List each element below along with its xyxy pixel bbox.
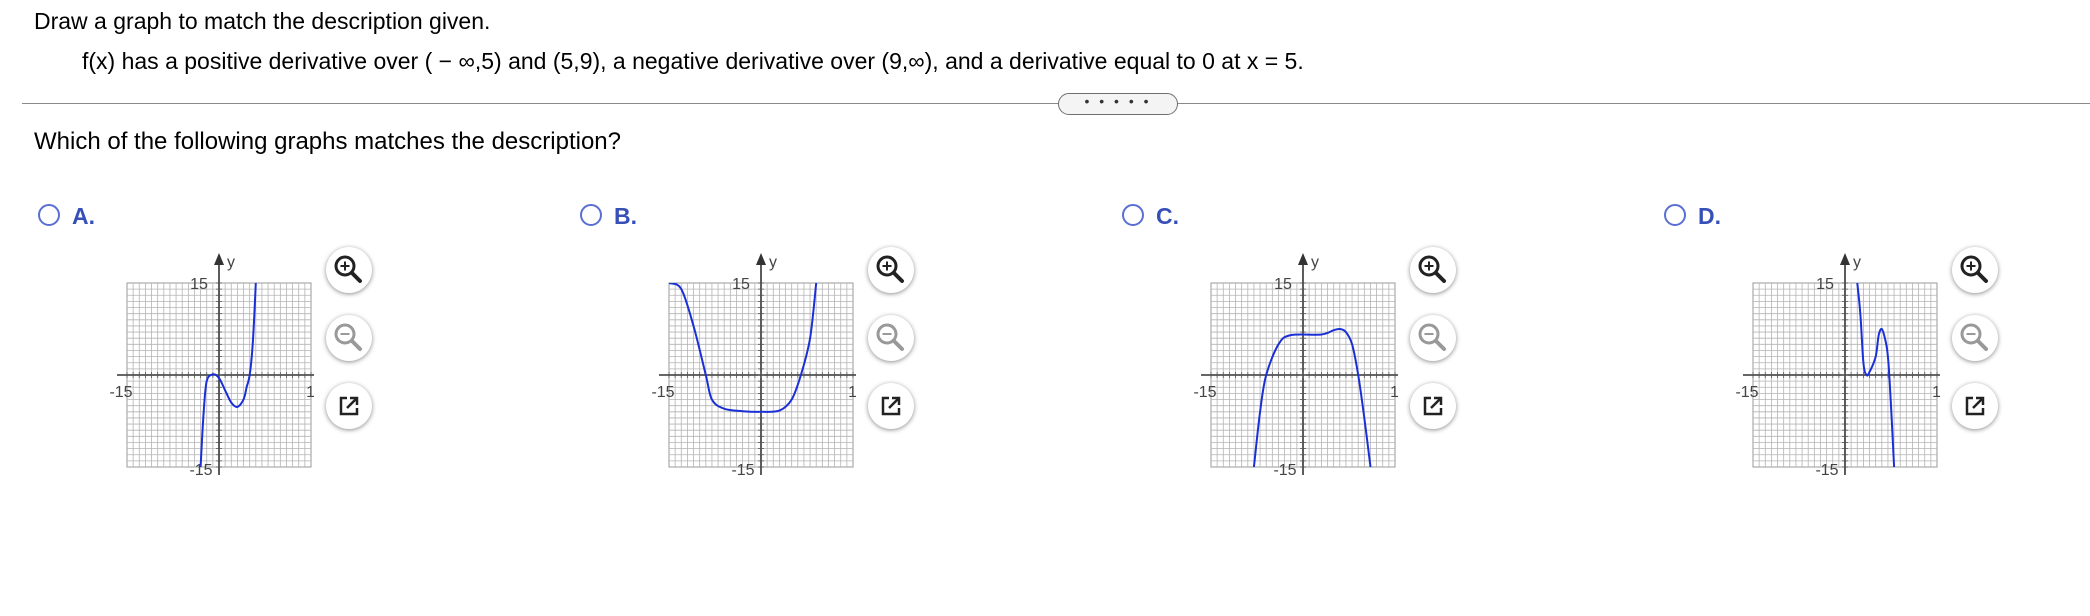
x-min-label: -15 [1735, 384, 1758, 401]
y-axis-label: y [1311, 254, 1319, 271]
zoom-out-icon [876, 323, 904, 351]
graph-c: yx-151515-15 [1193, 253, 1398, 479]
x-min-label: -15 [1193, 384, 1216, 401]
popout-icon [1965, 396, 1985, 416]
zoom-out-icon [1418, 323, 1446, 351]
zoom-in-icon [334, 255, 362, 283]
popout-button[interactable] [326, 383, 372, 429]
popout-button[interactable] [868, 383, 914, 429]
radio-button[interactable] [1664, 204, 1686, 226]
y-min-label: -15 [1273, 462, 1296, 479]
zoom-out-button[interactable] [868, 315, 914, 361]
y-min-label: -15 [1815, 462, 1838, 479]
zoom-in-icon [876, 255, 904, 283]
zoom-out-icon [1960, 323, 1988, 351]
y-max-label: 15 [732, 276, 750, 293]
y-axis-label: y [227, 254, 235, 271]
zoom-in-button[interactable] [1952, 247, 1998, 293]
popout-icon [339, 396, 359, 416]
zoom-out-button[interactable] [1410, 315, 1456, 361]
popout-icon [881, 396, 901, 416]
option-letter[interactable]: B. [614, 203, 637, 230]
popout-icon [1423, 396, 1443, 416]
x-max-label: 15 [1390, 384, 1398, 401]
y-min-label: -15 [731, 462, 754, 479]
y-axis-label: y [769, 254, 777, 271]
zoom-in-button[interactable] [1410, 247, 1456, 293]
option-letter[interactable]: D. [1698, 203, 1721, 230]
answer-option-d[interactable]: D.yx-151515-15 [1660, 200, 2080, 500]
expand-toggle-button[interactable]: • • • • • [1058, 93, 1178, 115]
popout-button[interactable] [1952, 383, 1998, 429]
zoom-out-button[interactable] [326, 315, 372, 361]
x-max-label: 15 [1932, 384, 1940, 401]
x-max-label: 15 [848, 384, 856, 401]
option-letter[interactable]: C. [1156, 203, 1179, 230]
y-max-label: 15 [190, 276, 208, 293]
x-min-label: -15 [109, 384, 132, 401]
y-max-label: 15 [1274, 276, 1292, 293]
x-max-label: 15 [306, 384, 314, 401]
graph-d: yx-151515-15 [1735, 253, 1940, 479]
radio-button[interactable] [1122, 204, 1144, 226]
zoom-out-button[interactable] [1952, 315, 1998, 361]
function-description: f(x) has a positive derivative over ( − … [82, 48, 1304, 74]
question-text: Which of the following graphs matches th… [34, 128, 621, 155]
radio-button[interactable] [580, 204, 602, 226]
popout-button[interactable] [1410, 383, 1456, 429]
zoom-in-button[interactable] [868, 247, 914, 293]
zoom-in-button[interactable] [326, 247, 372, 293]
zoom-in-icon [1960, 255, 1988, 283]
graph-a: yx-151515-15 [109, 253, 314, 479]
option-letter[interactable]: A. [72, 203, 95, 230]
graph-b: yx-151515-15 [651, 253, 856, 479]
section-divider [22, 103, 2090, 104]
y-axis-label: y [1853, 254, 1861, 271]
zoom-in-icon [1418, 255, 1446, 283]
answer-option-b[interactable]: B.yx-151515-15 [576, 200, 996, 500]
zoom-out-icon [334, 323, 362, 351]
answer-option-c[interactable]: C.yx-151515-15 [1118, 200, 1538, 500]
radio-button[interactable] [38, 204, 60, 226]
x-min-label: -15 [651, 384, 674, 401]
answer-option-a[interactable]: A.yx-151515-15 [34, 200, 454, 500]
y-max-label: 15 [1816, 276, 1834, 293]
instruction-text: Draw a graph to match the description gi… [34, 8, 491, 34]
